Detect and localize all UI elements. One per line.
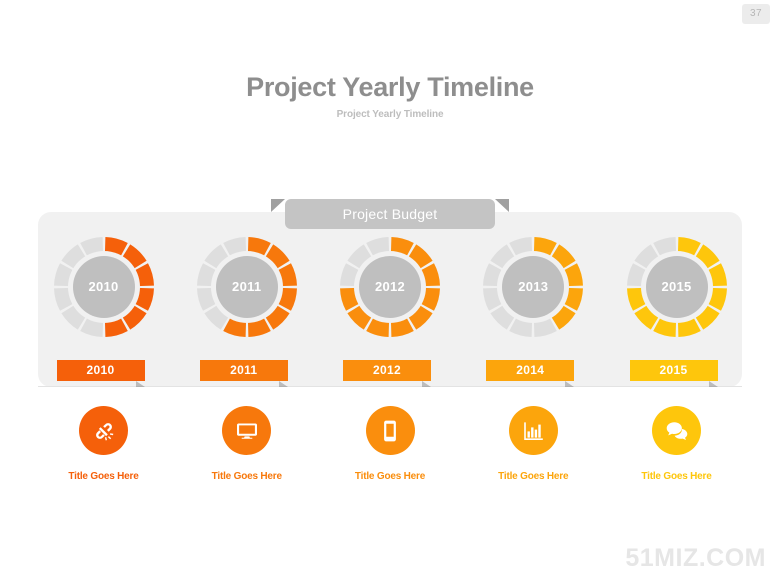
year-tag[interactable]: 2014 [486,360,575,387]
donut-year-label: 2013 [502,256,565,318]
timeline-column: 2013 2014 Title Goes Here [468,235,599,482]
ribbon-fold-right-icon [495,199,509,212]
donut-gauge[interactable]: 2012 [338,235,442,339]
timeline-column: 2010 2010 Title Goes Here [38,235,169,482]
year-tag-slot: 2012 [343,360,437,387]
column-caption: Title Goes Here [211,471,282,482]
year-tag-label: 2015 [659,363,688,377]
column-caption: Title Goes Here [641,471,712,482]
timeline-column: 2011 2011 Title Goes Here [181,235,312,482]
year-tag[interactable]: 2011 [199,360,288,387]
tag-fold-icon [422,381,431,387]
column-caption: Title Goes Here [68,471,139,482]
year-tag-label: 2010 [86,363,115,377]
donut-year-label: 2012 [359,256,421,318]
donut-gauge[interactable]: 2013 [481,235,585,339]
year-tag-label: 2012 [373,363,401,377]
year-tag[interactable]: 2015 [629,360,718,387]
timeline-column: 2015 2015 Title Goes Here [611,235,742,482]
chat-bubbles-icon [665,419,689,443]
bar-chart-icon-button[interactable] [508,406,558,455]
page-number: 37 [742,4,770,24]
monitor-icon-button[interactable] [222,406,272,455]
donut-gauge[interactable]: 2011 [195,235,299,339]
year-tag[interactable]: 2010 [56,360,145,387]
title-block: Project Yearly Timeline Project Yearly T… [0,70,780,120]
year-tag-slot: 2011 [199,360,294,387]
year-tag-label: 2011 [230,363,258,377]
timeline-column: 2012 2012 Title Goes Here [325,235,456,482]
donut-year-label: 2015 [645,256,708,318]
page-subtitle: Project Yearly Timeline [336,109,444,120]
donut-year-label: 2011 [215,256,278,318]
year-tag-slot: 2015 [629,360,724,387]
tag-fold-icon [708,381,718,387]
donut-gauge[interactable]: 2010 [52,235,156,339]
tag-fold-icon [565,381,575,387]
smartphone-icon-button[interactable] [365,406,415,455]
column-caption: Title Goes Here [498,471,569,482]
page-title: Project Yearly Timeline [246,72,534,102]
donut-year-label: 2010 [72,256,135,318]
year-tag-label: 2014 [516,363,545,377]
donut-gauge[interactable]: 2015 [625,235,729,339]
watermark: 51MIZ.COM [625,544,766,572]
chat-bubbles-icon-button[interactable] [652,406,701,455]
year-tag[interactable]: 2012 [343,360,431,387]
monitor-icon [235,419,259,443]
timeline-columns: 2010 2010 Title Goes Here 2011 2011 Title Goe… [38,235,742,482]
broken-link-icon-button[interactable] [79,406,128,455]
bar-chart-icon [521,419,545,443]
smartphone-icon [378,419,402,443]
column-caption: Title Goes Here [354,471,426,482]
year-tag-slot: 2010 [56,360,151,387]
project-budget-banner: Project Budget [271,199,509,229]
year-tag-slot: 2014 [486,360,580,387]
tag-fold-icon [278,381,288,387]
ribbon-fold-left-icon [271,199,285,212]
banner-label: Project Budget [285,199,495,229]
tag-fold-icon [135,381,145,387]
broken-link-icon [92,419,116,443]
